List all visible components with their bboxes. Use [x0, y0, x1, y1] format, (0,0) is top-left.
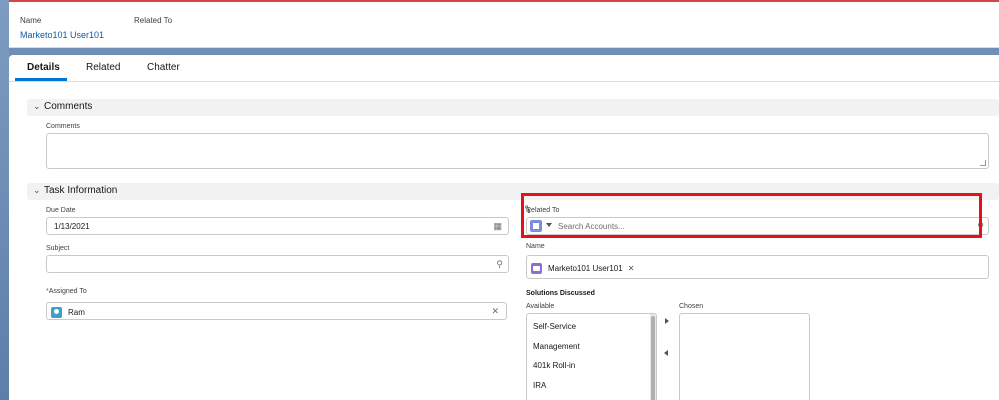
chevron-down-icon: ⌄ — [33, 101, 41, 111]
list-item[interactable]: IRA — [533, 381, 546, 390]
contact-icon — [531, 262, 542, 274]
move-right-button[interactable] — [665, 318, 673, 326]
search-icon: ⚲ — [496, 259, 503, 269]
listbox-scrollbar[interactable] — [650, 314, 656, 400]
arrow-right-icon — [665, 318, 669, 324]
due-date-label: Due Date — [46, 207, 76, 214]
mouse-cursor-icon: ⭛ — [525, 205, 531, 216]
subject-label: Subject — [46, 245, 70, 252]
search-icon: ⚲ — [977, 221, 984, 231]
available-listbox[interactable]: Self-Service Management 401k Roll-in IRA — [526, 313, 657, 400]
name-pill: Marketo101 User101 ✕ — [531, 262, 634, 274]
name-label: Name — [526, 243, 545, 250]
chevron-down-icon: ⌄ — [33, 185, 41, 195]
assigned-user-pill: Ram — [51, 306, 85, 318]
due-date-value: 1/13/2021 — [54, 222, 90, 231]
chevron-down-icon[interactable] — [546, 223, 552, 227]
record-header: Name Marketo101 User101 Related To — [9, 2, 999, 48]
related-to-lookup[interactable]: Search Accounts... ⚲ — [526, 217, 989, 235]
solutions-discussed-label: Solutions Discussed — [526, 290, 595, 297]
scrollbar-thumb[interactable] — [651, 316, 655, 400]
subject-combobox[interactable]: ⚲ — [46, 255, 509, 273]
tab-related[interactable]: Related — [86, 62, 120, 73]
related-to-placeholder: Search Accounts... — [558, 222, 625, 231]
assigned-to-label-text: Assigned To — [48, 288, 87, 295]
assigned-to-field[interactable]: Ram ✕ — [46, 302, 507, 320]
calendar-icon[interactable]: ▦ — [493, 221, 502, 232]
name-lookup-field[interactable]: Marketo101 User101 ✕ — [526, 255, 989, 279]
chosen-listbox[interactable] — [679, 313, 810, 400]
task-section-header[interactable]: ⌄ Task Information — [27, 183, 999, 200]
header-name-label: Name — [20, 16, 42, 25]
list-item[interactable]: Management — [533, 342, 580, 351]
comments-section-title: Comments — [44, 101, 93, 112]
header-related-label: Related To — [134, 16, 173, 25]
move-left-button[interactable] — [664, 350, 672, 358]
tab-details[interactable]: Details — [27, 62, 60, 73]
arrow-left-icon — [664, 350, 668, 356]
assigned-to-label: *Assigned To — [46, 288, 87, 295]
comments-section-header[interactable]: ⌄ Comments — [27, 99, 999, 116]
header-related-field: Related To — [134, 16, 172, 25]
header-name-link[interactable]: Marketo101 User101 — [20, 30, 104, 40]
resize-grip-icon[interactable] — [980, 160, 986, 166]
comments-label: Comments — [46, 123, 80, 130]
close-icon[interactable]: ✕ — [491, 306, 499, 317]
name-pill-text: Marketo101 User101 — [548, 263, 623, 273]
account-object-icon[interactable] — [530, 220, 542, 232]
list-item[interactable]: 401k Roll-in — [533, 361, 575, 370]
header-name-field: Name Marketo101 User101 — [20, 16, 104, 40]
related-to-label: Related To — [526, 207, 560, 214]
tab-bar: Details Related Chatter — [9, 55, 999, 82]
due-date-field[interactable]: 1/13/2021 ▦ — [46, 217, 509, 235]
app-side-strip — [0, 0, 9, 400]
assigned-user-name: Ram — [68, 307, 85, 317]
chosen-label: Chosen — [679, 303, 704, 310]
close-icon[interactable]: ✕ — [628, 264, 635, 273]
active-tab-indicator — [15, 78, 67, 81]
tab-chatter[interactable]: Chatter — [147, 62, 180, 73]
task-section-title: Task Information — [44, 185, 118, 196]
available-label: Available — [526, 303, 555, 310]
user-avatar-icon — [51, 306, 62, 318]
list-item[interactable]: Self-Service — [533, 322, 576, 331]
comments-textarea[interactable] — [46, 133, 989, 169]
